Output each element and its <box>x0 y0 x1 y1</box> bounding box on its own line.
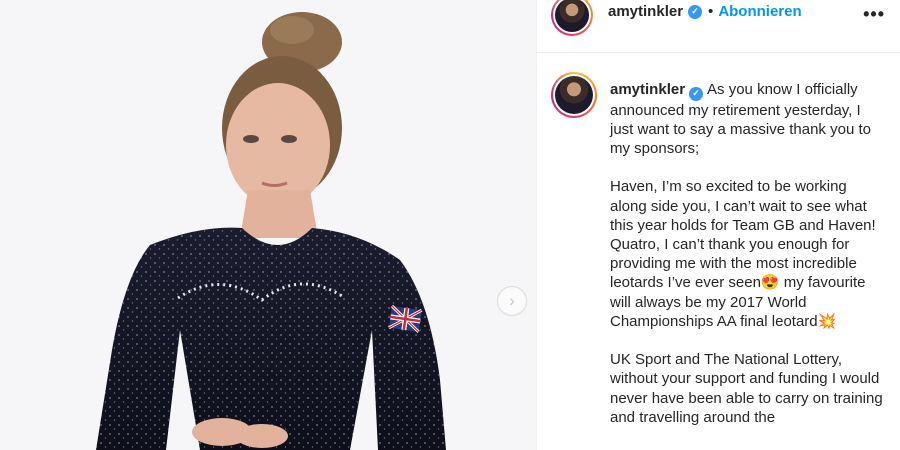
gymnast-photo <box>0 0 536 450</box>
verified-badge-icon: ✓ <box>689 86 704 101</box>
caption-line-5 <box>610 331 885 350</box>
verified-badge-icon: ✓ <box>688 4 703 19</box>
profile-picture <box>555 76 593 114</box>
caption-username[interactable]: amytinkler <box>610 81 685 98</box>
caption-line-6: UK Sport and The National Lottery, witho… <box>610 351 883 426</box>
post-header: amytinkler ✓ • Abonnieren ••• <box>537 0 900 53</box>
profile-picture <box>555 0 589 32</box>
post-photo[interactable]: › <box>0 0 536 450</box>
separator-dot: • <box>708 3 714 20</box>
caption-text: amytinkler ✓ As you know I officially anno… <box>610 80 885 427</box>
post-sidebar: amytinkler ✓ • Abonnieren ••• amytinkler… <box>536 0 900 450</box>
follow-button[interactable]: Abonnieren <box>718 3 801 20</box>
chevron-right-icon: › <box>509 291 515 310</box>
caption-line-3: Haven, I’m so excited to be working alon… <box>610 178 876 234</box>
next-image-button[interactable]: › <box>497 286 527 316</box>
caption-line-2 <box>610 158 885 177</box>
caption-line-4: Quatro, I can’t thank you enough for pro… <box>610 236 866 330</box>
caption-avatar[interactable] <box>551 72 597 118</box>
header-username[interactable]: amytinkler <box>608 3 683 20</box>
avatar[interactable] <box>551 0 593 36</box>
more-options-icon[interactable]: ••• <box>863 4 885 25</box>
